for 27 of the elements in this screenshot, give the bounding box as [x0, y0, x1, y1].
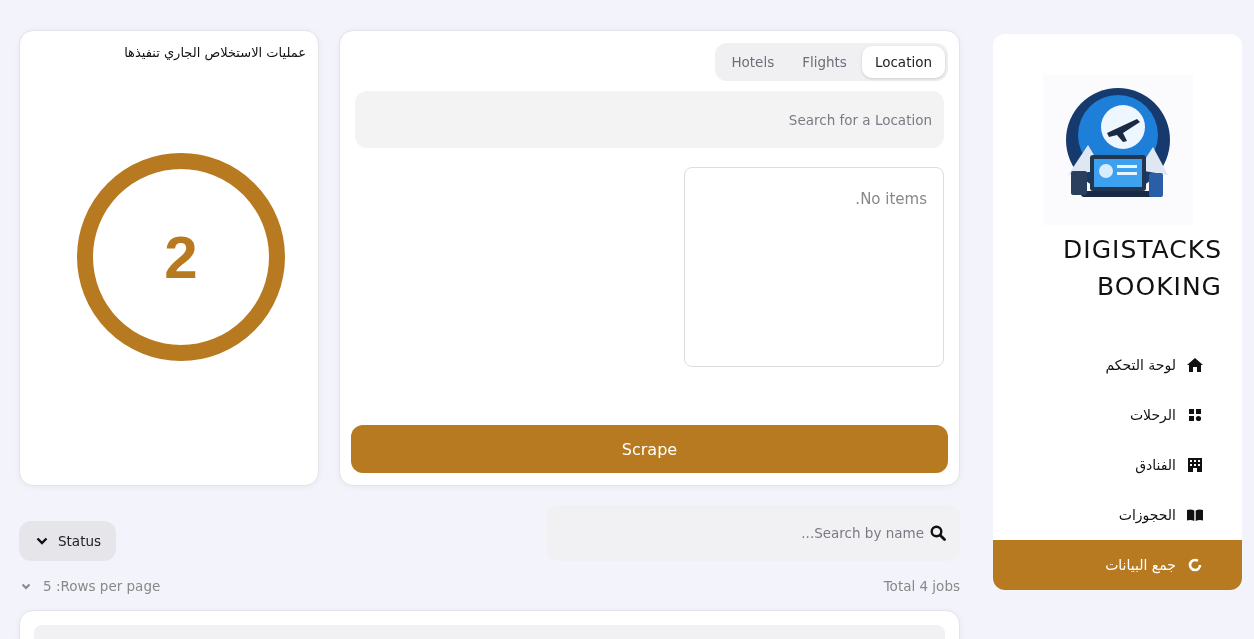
total-count: Total 4 jobs [883, 578, 960, 594]
search-icon [930, 525, 946, 541]
chevron-down-icon [36, 537, 48, 545]
nav-item[interactable]: الحجوزات [993, 490, 1242, 540]
scrape-button[interactable]: Scrape [351, 425, 948, 473]
home-icon [1187, 358, 1203, 372]
nav-item[interactable]: لوحة التحكم [993, 340, 1242, 390]
search-field[interactable]: Search for a Location [355, 91, 944, 148]
card-title: عمليات الاستخلاص الجاري تنفيذها [123, 45, 306, 60]
status-button[interactable]: Status [19, 521, 117, 561]
tab[interactable]: Location [861, 46, 945, 78]
brand-name: DIGISTACKS [1063, 234, 1222, 266]
nav-item[interactable]: الرحلات [993, 390, 1242, 440]
empty-text: .No items [855, 190, 927, 208]
tab[interactable]: Hotels [718, 46, 788, 78]
search-field[interactable]: ...Search by name [546, 505, 960, 561]
building-icon [1188, 458, 1202, 472]
book-icon [1187, 509, 1203, 521]
grid-icon [1189, 409, 1201, 421]
brand-name: BOOKING [1097, 271, 1222, 303]
ring-icon [77, 153, 285, 361]
job-count: 2 [164, 222, 198, 292]
nav-item[interactable]: الفنادق [993, 440, 1242, 490]
nav-item[interactable]: جمع البيانات [993, 540, 1242, 590]
spinner-icon [1188, 558, 1202, 572]
tab[interactable]: Flights [789, 46, 860, 78]
chevron-down-icon [21, 582, 31, 590]
